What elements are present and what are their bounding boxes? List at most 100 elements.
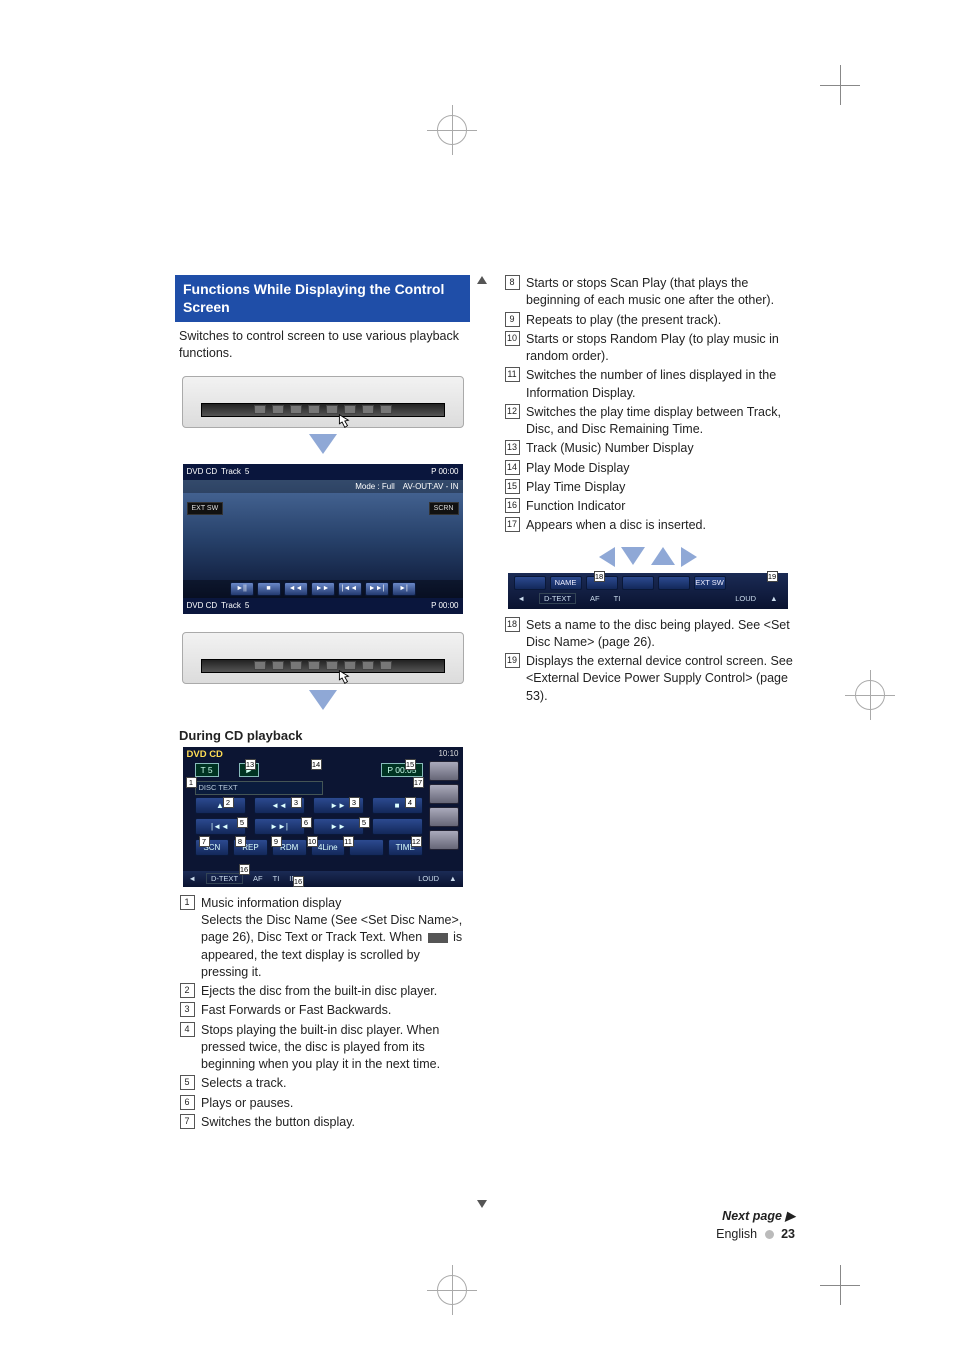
strip-btn-5[interactable]	[658, 576, 690, 590]
arrow-down-icon	[309, 690, 337, 710]
badge-8: 8	[235, 836, 246, 847]
tap-pointer-icon	[334, 413, 352, 431]
triangle-up-icon	[651, 547, 675, 565]
side-btn-3[interactable]	[429, 807, 459, 827]
nav-arrows-row	[500, 547, 795, 567]
page-left-icon[interactable]: ◄	[189, 874, 196, 883]
badge-5: 5	[237, 817, 248, 828]
side-btn-1[interactable]	[429, 761, 459, 781]
loud-indicator: LOUD	[418, 874, 439, 883]
badge-10: 10	[307, 836, 318, 847]
extsw-button[interactable]: EXT SW	[694, 576, 726, 590]
dvd-time: P 00:00	[431, 467, 458, 476]
footer-page: 23	[781, 1227, 795, 1241]
eject-button[interactable]: ▲	[195, 797, 246, 814]
list-item: 4Stops playing the built-in disc player.…	[179, 1022, 470, 1074]
badge-6: 6	[301, 817, 312, 828]
right-callout-list-bottom: 18Sets a name to the disc being played. …	[504, 617, 795, 705]
badge-7: 7	[199, 836, 210, 847]
dvd-btn-stop[interactable]: ■	[257, 582, 281, 596]
section-intro: Switches to control screen to use variou…	[175, 322, 470, 372]
bottom-control-strip: NAME EXT SW 18 19 ◄ D-TEXT AF TI LOUD ▲	[508, 573, 788, 609]
fwd-button[interactable]: ►►	[313, 818, 364, 835]
badge-14: 14	[311, 759, 322, 770]
list-item: 9Repeats to play (the present track).	[504, 312, 795, 329]
badge-4: 4	[405, 797, 416, 808]
list-item: 14Play Mode Display	[504, 460, 795, 477]
dvd-avout: AV-OUT:AV - IN	[403, 482, 459, 491]
cd-control-screenshot: DVD CD 10:10 T 5 ► P 00:05 13 14 15 DISC…	[183, 747, 463, 887]
af-indicator: AF	[590, 594, 600, 603]
dvd-mode: Mode : Full	[355, 482, 395, 491]
triangle-left-icon	[599, 547, 615, 567]
dvd-btn-prev[interactable]: |◄◄	[338, 582, 362, 596]
list-item: 10Starts or stops Random Play (to play m…	[504, 331, 795, 366]
top-bar-screenshot-1	[182, 376, 464, 428]
list-item: 3Fast Forwards or Fast Backwards.	[179, 1002, 470, 1019]
strip-btn-4[interactable]	[622, 576, 654, 590]
badge-9: 9	[271, 836, 282, 847]
disctext-field[interactable]: DISC TEXT	[195, 781, 323, 795]
cd-clock: 10:10	[438, 749, 458, 758]
blank-button[interactable]	[372, 818, 423, 835]
top-bar-screenshot-2	[182, 632, 464, 684]
list-item: 7Switches the button display.	[179, 1114, 470, 1131]
dvd-btn-slow[interactable]: ►|	[392, 582, 416, 596]
dtext-indicator: D-TEXT	[206, 873, 243, 884]
cd-subheading: During CD playback	[179, 728, 470, 743]
badge-5b: 5	[359, 817, 370, 828]
arrow-down-icon	[309, 434, 337, 454]
blank2-button[interactable]	[349, 839, 384, 856]
list-item: 17Appears when a disc is inserted.	[504, 517, 795, 534]
dvd-track-label: Track	[221, 467, 241, 476]
side-btn-2[interactable]	[429, 784, 459, 804]
badge-12: 12	[411, 836, 422, 847]
dvd-btn-rew[interactable]: ◄◄	[284, 582, 308, 596]
list-item: 2Ejects the disc from the built-in disc …	[179, 983, 470, 1000]
triangle-down-icon	[621, 547, 645, 565]
page-left-icon[interactable]: ◄	[518, 594, 525, 603]
strip-btn-1[interactable]	[514, 576, 546, 590]
badge-16b: 16	[293, 876, 304, 887]
badge-18: 18	[594, 571, 605, 582]
page-right-icon[interactable]: ▲	[770, 594, 777, 603]
badge-19: 19	[767, 571, 778, 582]
list-item: 5Selects a track.	[179, 1075, 470, 1092]
dvd-track-num-b: 5	[245, 601, 249, 610]
name-button[interactable]: NAME	[550, 576, 582, 590]
page-footer: Next page ▶ English 23	[175, 1208, 795, 1241]
dvd-btn-play[interactable]: ►||	[230, 582, 254, 596]
left-callout-list: 1 Music information displaySelects the D…	[179, 895, 470, 1131]
badge-15: 15	[405, 759, 416, 770]
page-right-icon[interactable]: ▲	[449, 874, 456, 883]
dvd-btn-ff[interactable]: ►►	[311, 582, 335, 596]
scrn-button[interactable]: SCRN	[429, 502, 459, 515]
right-column: 8Starts or stops Scan Play (that plays t…	[500, 275, 795, 1133]
triangle-right-icon	[681, 547, 697, 567]
badge-16: 16	[239, 864, 250, 875]
badge-3b: 3	[349, 797, 360, 808]
badge-1: 1	[186, 777, 197, 788]
list-item: 12Switches the play time display between…	[504, 404, 795, 439]
dvd-time-b: P 00:00	[431, 601, 458, 610]
footer-lang: English	[716, 1227, 757, 1241]
scroll-icon	[428, 933, 448, 943]
side-btn-4[interactable]	[429, 830, 459, 850]
dvd-track-num: 5	[245, 467, 249, 476]
badge-2: 2	[223, 797, 234, 808]
dvd-source: DVD CD	[187, 467, 218, 476]
list-item: 8Starts or stops Scan Play (that plays t…	[504, 275, 795, 310]
column-marker-bottom	[477, 1200, 487, 1208]
ti-indicator: TI	[273, 874, 280, 883]
dvd-btn-next[interactable]: ►►|	[365, 582, 389, 596]
next-button[interactable]: ►►|	[254, 818, 305, 835]
list-item: 6Plays or pauses.	[179, 1095, 470, 1112]
bullet-icon	[765, 1230, 774, 1239]
extsw-button[interactable]: EXT SW	[187, 502, 224, 515]
track-box: T 5	[195, 763, 219, 777]
list-item: 16Function Indicator	[504, 498, 795, 515]
loud-indicator: LOUD	[735, 594, 756, 603]
badge-17: 17	[413, 777, 424, 788]
section-title: Functions While Displaying the Control S…	[175, 275, 470, 322]
ti-indicator: TI	[614, 594, 621, 603]
